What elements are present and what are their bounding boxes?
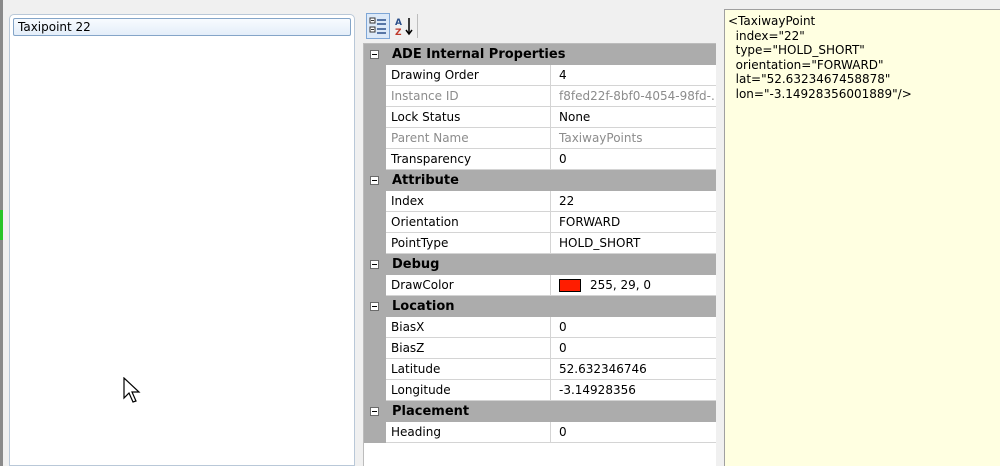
- property-row[interactable]: Drawing Order 4: [364, 65, 717, 86]
- property-key: BiasZ: [386, 338, 551, 359]
- alpha-z-glyph: Z: [395, 28, 402, 36]
- category-name: Location: [392, 299, 455, 314]
- property-key: Instance ID: [386, 86, 551, 107]
- property-key: PointType: [386, 233, 551, 254]
- property-key: Longitude: [386, 380, 551, 401]
- property-key: Transparency: [386, 149, 551, 170]
- property-toolbar: A Z: [366, 13, 426, 39]
- row-gutter: [364, 128, 386, 149]
- category-name: Debug: [392, 257, 440, 272]
- property-key: Latitude: [386, 359, 551, 380]
- row-gutter: [364, 317, 386, 338]
- collapse-toggle-icon[interactable]: [370, 50, 379, 59]
- property-key: Lock Status: [386, 107, 551, 128]
- row-gutter: [364, 149, 386, 170]
- category-header[interactable]: Location: [364, 296, 717, 317]
- property-grid[interactable]: ADE Internal Properties Drawing Order 4 Ins…: [363, 43, 718, 466]
- collapse-toggle-icon[interactable]: [370, 407, 379, 416]
- collapse-toggle-icon[interactable]: [370, 302, 379, 311]
- list-item-selected[interactable]: Taxipoint 22: [13, 18, 351, 36]
- color-swatch: [559, 279, 581, 292]
- row-gutter: [364, 191, 386, 212]
- alpha-a-glyph: A: [395, 18, 402, 28]
- property-value[interactable]: None: [551, 107, 717, 128]
- collapse-toggle-icon[interactable]: [370, 176, 379, 185]
- property-value[interactable]: HOLD_SHORT: [551, 233, 717, 254]
- alphabetical-button[interactable]: A Z: [392, 13, 416, 39]
- category-name: Attribute: [392, 173, 459, 188]
- property-key: Orientation: [386, 212, 551, 233]
- category-name: ADE Internal Properties: [392, 47, 566, 62]
- category-name: Placement: [392, 404, 470, 419]
- property-value[interactable]: TaxiwayPoints: [551, 128, 717, 149]
- property-row[interactable]: PointType HOLD_SHORT: [364, 233, 717, 254]
- mouse-cursor-icon: [123, 377, 141, 403]
- property-row[interactable]: Longitude -3.14928356: [364, 380, 717, 401]
- category-header[interactable]: ADE Internal Properties: [364, 44, 717, 65]
- property-key: Heading: [386, 422, 551, 443]
- object-list-panel[interactable]: Taxipoint 22: [9, 14, 355, 466]
- xml-line: <TaxiwayPoint: [728, 14, 816, 28]
- xml-line: orientation="FORWARD": [728, 57, 884, 72]
- property-row[interactable]: DrawColor 255, 29, 0: [364, 275, 717, 296]
- row-gutter: [364, 359, 386, 380]
- property-row[interactable]: BiasZ 0: [364, 338, 717, 359]
- property-value[interactable]: 0: [551, 317, 717, 338]
- property-row[interactable]: Index 22: [364, 191, 717, 212]
- row-gutter: [364, 338, 386, 359]
- sort-az-icon: A Z: [395, 18, 413, 36]
- property-value[interactable]: 0: [551, 149, 717, 170]
- property-key: DrawColor: [386, 275, 551, 296]
- category-header[interactable]: Placement: [364, 401, 717, 422]
- xml-line: lon="-3.14928356001889"/>: [728, 86, 912, 101]
- property-value[interactable]: 0: [551, 338, 717, 359]
- property-value[interactable]: 4: [551, 65, 717, 86]
- row-gutter: [364, 380, 386, 401]
- xml-line: index="22": [728, 28, 805, 43]
- xml-line: lat="52.6323467458878": [728, 72, 891, 86]
- property-value[interactable]: FORWARD: [551, 212, 717, 233]
- toolbar-separator: [417, 14, 418, 38]
- property-value[interactable]: 0: [551, 422, 717, 443]
- xml-preview-panel: <TaxiwayPoint index="22" type="HOLD_SHOR…: [724, 9, 1000, 466]
- row-gutter: [364, 65, 386, 86]
- grid-scroll-gap: [716, 43, 718, 466]
- category-header[interactable]: Debug: [364, 254, 717, 275]
- property-value[interactable]: f8fed22f-8bf0-4054-98fd-...: [551, 86, 717, 107]
- property-row[interactable]: Latitude 52.632346746: [364, 359, 717, 380]
- property-key: Parent Name: [386, 128, 551, 149]
- categorized-icon: [369, 17, 386, 34]
- window-edge: [0, 0, 3, 466]
- collapse-toggle-icon[interactable]: [370, 260, 379, 269]
- property-row[interactable]: Heading 0: [364, 422, 717, 443]
- green-indicator: [0, 210, 3, 240]
- property-value[interactable]: 255, 29, 0: [551, 275, 717, 296]
- row-gutter: [364, 275, 386, 296]
- xml-line: type="HOLD_SHORT": [728, 43, 865, 57]
- property-row[interactable]: Lock Status None: [364, 107, 717, 128]
- row-gutter: [364, 422, 386, 443]
- property-value-text: 255, 29, 0: [590, 278, 652, 292]
- property-value[interactable]: 52.632346746: [551, 359, 717, 380]
- property-key: BiasX: [386, 317, 551, 338]
- property-value[interactable]: -3.14928356: [551, 380, 717, 401]
- row-gutter: [364, 233, 386, 254]
- row-gutter: [364, 212, 386, 233]
- category-header[interactable]: Attribute: [364, 170, 717, 191]
- property-row[interactable]: Orientation FORWARD: [364, 212, 717, 233]
- property-row[interactable]: Parent Name TaxiwayPoints: [364, 128, 717, 149]
- property-key: Index: [386, 191, 551, 212]
- categorized-button[interactable]: [366, 13, 390, 39]
- row-gutter: [364, 107, 386, 128]
- property-row[interactable]: BiasX 0: [364, 317, 717, 338]
- property-row[interactable]: Instance ID f8fed22f-8bf0-4054-98fd-...: [364, 86, 717, 107]
- property-key: Drawing Order: [386, 65, 551, 86]
- property-value[interactable]: 22: [551, 191, 717, 212]
- row-gutter: [364, 86, 386, 107]
- property-row[interactable]: Transparency 0: [364, 149, 717, 170]
